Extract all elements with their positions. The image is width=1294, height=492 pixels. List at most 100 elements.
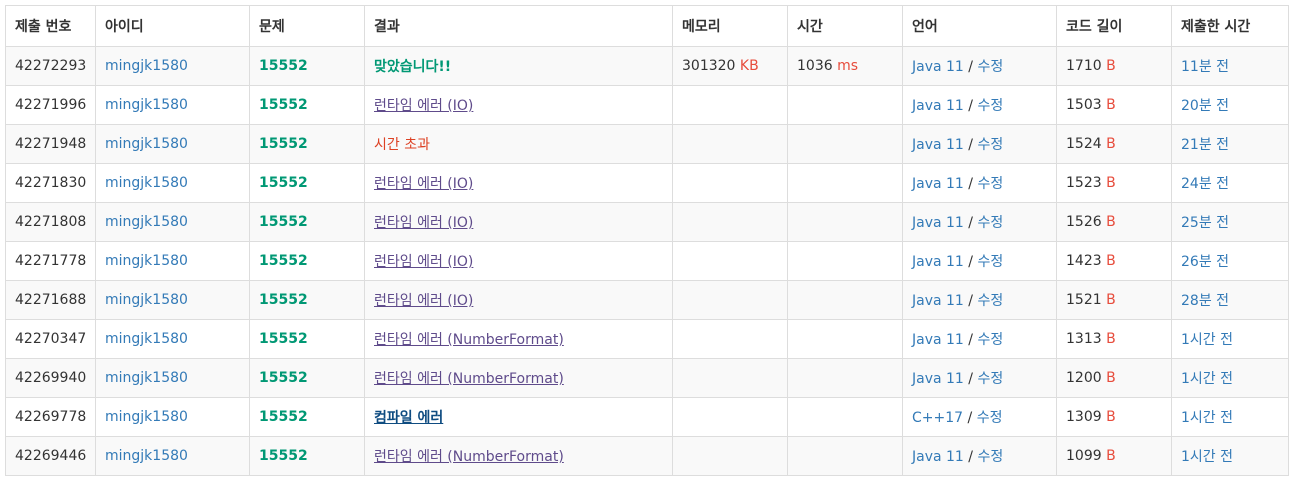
col-header-result: 결과 bbox=[364, 5, 673, 47]
language-link[interactable]: Java 11 bbox=[912, 215, 964, 231]
result-text[interactable]: 런타임 에러 (IO) bbox=[374, 176, 473, 192]
edit-link[interactable]: 수정 bbox=[977, 176, 1003, 192]
submission-id: 42271996 bbox=[15, 97, 87, 113]
edit-link[interactable]: 수정 bbox=[977, 410, 1003, 426]
problem-link[interactable]: 15552 bbox=[259, 409, 308, 425]
user-link[interactable]: mingjk1580 bbox=[105, 448, 188, 464]
submitted-time-link[interactable]: 26분 전 bbox=[1181, 254, 1229, 270]
result-text[interactable]: 런타임 에러 (IO) bbox=[374, 98, 473, 114]
result-text[interactable]: 런타임 에러 (NumberFormat) bbox=[374, 332, 564, 348]
submitted-time-link[interactable]: 21분 전 bbox=[1181, 137, 1229, 153]
submitted-time-link[interactable]: 1시간 전 bbox=[1181, 371, 1233, 387]
code-length-unit: B bbox=[1106, 253, 1116, 269]
submission-id-cell: 42271948 bbox=[5, 124, 96, 164]
problem-link[interactable]: 15552 bbox=[259, 253, 308, 269]
result-cell: 런타임 에러 (IO) bbox=[364, 163, 673, 203]
edit-link[interactable]: 수정 bbox=[977, 215, 1003, 231]
code-length-value: 1503 bbox=[1066, 97, 1102, 113]
result-text[interactable]: 런타임 에러 (NumberFormat) bbox=[374, 449, 564, 465]
edit-link[interactable]: 수정 bbox=[977, 254, 1003, 270]
result-text[interactable]: 런타임 에러 (IO) bbox=[374, 215, 473, 231]
user-link[interactable]: mingjk1580 bbox=[105, 136, 188, 152]
problem-link[interactable]: 15552 bbox=[259, 214, 308, 230]
submitted-time-link[interactable]: 11분 전 bbox=[1181, 59, 1229, 75]
user-link[interactable]: mingjk1580 bbox=[105, 175, 188, 191]
user-link[interactable]: mingjk1580 bbox=[105, 214, 188, 230]
user-link[interactable]: mingjk1580 bbox=[105, 370, 188, 386]
language-link[interactable]: Java 11 bbox=[912, 98, 964, 114]
result-text[interactable]: 컴파일 에러 bbox=[374, 410, 443, 426]
submitted-time-link[interactable]: 1시간 전 bbox=[1181, 410, 1233, 426]
language-link[interactable]: Java 11 bbox=[912, 59, 964, 75]
problem-cell: 15552 bbox=[249, 241, 365, 281]
result-cell: 런타임 에러 (IO) bbox=[364, 241, 673, 281]
result-text[interactable]: 런타임 에러 (NumberFormat) bbox=[374, 371, 564, 387]
code-length-value: 1200 bbox=[1066, 370, 1102, 386]
problem-link[interactable]: 15552 bbox=[259, 58, 308, 74]
time-cell bbox=[787, 124, 903, 164]
edit-link[interactable]: 수정 bbox=[977, 137, 1003, 153]
user-link[interactable]: mingjk1580 bbox=[105, 97, 188, 113]
edit-link[interactable]: 수정 bbox=[977, 332, 1003, 348]
submitted-time-link[interactable]: 28분 전 bbox=[1181, 293, 1229, 309]
language-link[interactable]: Java 11 bbox=[912, 371, 964, 387]
submission-id-cell: 42270347 bbox=[5, 319, 96, 359]
user-link[interactable]: mingjk1580 bbox=[105, 409, 188, 425]
time-cell bbox=[787, 319, 903, 359]
submission-id-cell: 42271808 bbox=[5, 202, 96, 242]
edit-link[interactable]: 수정 bbox=[977, 98, 1003, 114]
submitted-time-link[interactable]: 25분 전 bbox=[1181, 215, 1229, 231]
code-length-cell: 1524 B bbox=[1056, 124, 1172, 164]
col-header-problem: 문제 bbox=[249, 5, 365, 47]
language-link[interactable]: Java 11 bbox=[912, 449, 964, 465]
memory-cell bbox=[672, 397, 788, 437]
user-id-cell: mingjk1580 bbox=[95, 319, 250, 359]
language-link[interactable]: Java 11 bbox=[912, 254, 964, 270]
language-link[interactable]: C++17 bbox=[912, 410, 963, 426]
submitted-time-link[interactable]: 1시간 전 bbox=[1181, 332, 1233, 348]
problem-link[interactable]: 15552 bbox=[259, 448, 308, 464]
result-text[interactable]: 런타임 에러 (IO) bbox=[374, 293, 473, 309]
code-length-unit: B bbox=[1106, 331, 1116, 347]
result-cell: 컴파일 에러 bbox=[364, 397, 673, 437]
code-length-unit: B bbox=[1106, 409, 1116, 425]
submission-id: 42269446 bbox=[15, 448, 87, 464]
problem-cell: 15552 bbox=[249, 85, 365, 125]
problem-link[interactable]: 15552 bbox=[259, 331, 308, 347]
submitted-time-link[interactable]: 1시간 전 bbox=[1181, 449, 1233, 465]
submitted-time-link[interactable]: 20분 전 bbox=[1181, 98, 1229, 114]
code-length-value: 1710 bbox=[1066, 58, 1102, 74]
user-id-cell: mingjk1580 bbox=[95, 358, 250, 398]
user-link[interactable]: mingjk1580 bbox=[105, 292, 188, 308]
col-header-memory: 메모리 bbox=[672, 5, 788, 47]
code-length-cell: 1710 B bbox=[1056, 46, 1172, 86]
user-link[interactable]: mingjk1580 bbox=[105, 58, 188, 74]
problem-link[interactable]: 15552 bbox=[259, 136, 308, 152]
submission-id-cell: 42272293 bbox=[5, 46, 96, 86]
user-link[interactable]: mingjk1580 bbox=[105, 331, 188, 347]
submission-id: 42272293 bbox=[15, 58, 87, 74]
col-header-time: 시간 bbox=[787, 5, 903, 47]
language-cell: Java 11 / 수정 bbox=[902, 124, 1057, 164]
problem-link[interactable]: 15552 bbox=[259, 370, 308, 386]
memory-cell bbox=[672, 319, 788, 359]
table-row: 42271830 mingjk1580 15552 런타임 에러 (IO) Java 1… bbox=[5, 163, 1289, 203]
edit-link[interactable]: 수정 bbox=[977, 371, 1003, 387]
language-link[interactable]: Java 11 bbox=[912, 176, 964, 192]
submitted-time-link[interactable]: 24분 전 bbox=[1181, 176, 1229, 192]
language-link[interactable]: Java 11 bbox=[912, 293, 964, 309]
language-link[interactable]: Java 11 bbox=[912, 332, 964, 348]
edit-link[interactable]: 수정 bbox=[977, 449, 1003, 465]
problem-link[interactable]: 15552 bbox=[259, 292, 308, 308]
table-row: 42272293 mingjk1580 15552 맞았습니다!! 301320 KB 1… bbox=[5, 46, 1289, 86]
col-header-submission-id: 제출 번호 bbox=[5, 5, 96, 47]
edit-link[interactable]: 수정 bbox=[977, 293, 1003, 309]
submitted-time-cell: 1시간 전 bbox=[1171, 319, 1289, 359]
problem-link[interactable]: 15552 bbox=[259, 175, 308, 191]
result-cell: 런타임 에러 (NumberFormat) bbox=[364, 436, 673, 476]
problem-link[interactable]: 15552 bbox=[259, 97, 308, 113]
language-link[interactable]: Java 11 bbox=[912, 137, 964, 153]
result-text[interactable]: 런타임 에러 (IO) bbox=[374, 254, 473, 270]
user-link[interactable]: mingjk1580 bbox=[105, 253, 188, 269]
edit-link[interactable]: 수정 bbox=[977, 59, 1003, 75]
